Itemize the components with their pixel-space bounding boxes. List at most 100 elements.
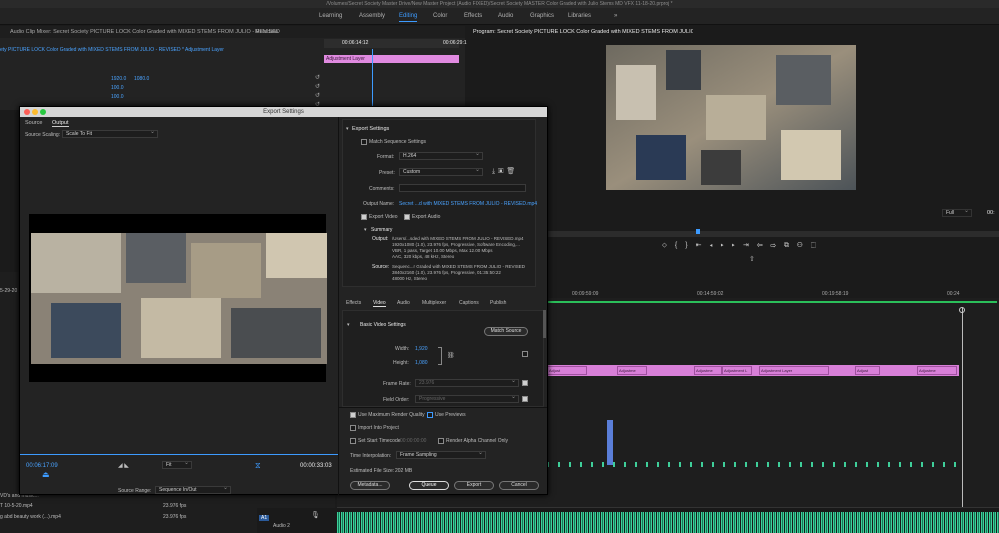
position-x[interactable]: 1920.0 [111,76,126,82]
tab-audio[interactable]: Audio [397,300,410,306]
frame-rate-select[interactable]: 23.976 [415,378,519,387]
export-frame-icon[interactable]: ⇧ [749,255,755,263]
program-video-frame [606,45,856,190]
ruler-label: 00:09:59:09 [572,291,599,297]
workspace-learning[interactable]: Learning [319,12,342,21]
zoom-icon[interactable] [40,109,46,115]
tab-captions[interactable]: Captions [459,300,479,306]
file-size-label: Estimated File Size: [350,468,395,474]
workspace-overflow-icon[interactable]: » [614,12,617,21]
dimension-override-checkbox[interactable] [522,351,528,357]
tab-multiplexer[interactable]: Multiplexer [422,300,446,306]
match-sequence-label: Match Sequence Settings [369,139,426,145]
summary-collapse-icon[interactable]: ▾ [364,227,367,233]
frame-rate-override-checkbox[interactable] [522,380,528,386]
reset-icons[interactable]: ↺ ↺ ↺ ↺ [315,74,320,110]
source-scaling-select[interactable]: Scale To Fit [62,129,158,138]
scale-width-value[interactable]: 100.0 [111,94,124,100]
adjustment-clip[interactable]: Adjustme [694,366,722,375]
microphone-icon[interactable]: 🎙 [311,511,320,519]
adjustment-clip[interactable]: Adjust [855,366,880,375]
height-value[interactable]: 1,080 [415,360,428,366]
adjustment-clip[interactable]: Adjustment L [722,366,752,375]
list-item-fps: 23.976 fps [163,514,187,520]
field-order-override-checkbox[interactable] [522,396,528,402]
tab-metadata[interactable]: Metadata [255,26,278,38]
field-order-select[interactable]: Progressive [415,394,519,403]
summary-header[interactable]: Summary [371,227,392,233]
collapse-icon[interactable]: ▾ [346,126,349,132]
height-label: Height: [393,360,409,366]
workspace-graphics[interactable]: Graphics [530,12,554,21]
track-a1-target[interactable]: A1 [259,515,270,521]
tab-publish[interactable]: Publish [490,300,506,306]
position-y[interactable]: 1080.0 [134,76,149,82]
output-name-link[interactable]: Secret ...d with MIXED STEMS FROM JULIO … [399,201,537,207]
start-timecode-value[interactable]: 00:00:00:00 [400,438,426,444]
cancel-button[interactable]: Cancel [499,481,539,490]
field-order-label: Field Order: [383,397,410,403]
ruler-label: 00:14:59:02 [697,291,724,297]
aspect-toggle-icon[interactable]: ⧖ [255,461,261,471]
import-project-checkbox[interactable] [350,425,356,431]
minimize-icon[interactable] [32,109,38,115]
adjustment-clip[interactable]: Adjust [547,366,587,375]
workspace-editing[interactable]: Editing [399,12,418,22]
basic-video-header[interactable]: Basic Video Settings [360,322,406,328]
project-timecode: 5-29-20 [0,288,18,294]
adjustment-layer-clip[interactable]: Adjustment Layer [324,55,459,63]
queue-button[interactable]: Queue [409,481,449,490]
max-render-quality-checkbox[interactable] [350,412,356,418]
settings-scrollbar[interactable] [543,310,546,338]
mark-in-out-icons[interactable]: ◢ ◣ [118,462,129,469]
adjustment-clip[interactable]: Adjustme [917,366,957,375]
close-icon[interactable] [24,109,30,115]
width-value[interactable]: 1,920 [415,346,428,352]
export-button[interactable]: Export [454,481,494,490]
preset-select[interactable]: Custom [399,167,483,176]
workspace-effects[interactable]: Effects [464,12,482,21]
export-settings-header[interactable]: Export Settings [352,126,389,132]
output-preview-frame [31,233,327,364]
basic-video-collapse-icon[interactable]: ▾ [347,322,350,328]
in-timecode[interactable]: 00:06:17:09 [26,463,58,469]
adjustment-clip[interactable]: Adjustme [617,366,647,375]
program-fit-select[interactable]: Full [942,208,972,217]
transport-controls[interactable]: ⬦{}⇤◂▸▸⇥⇦⇨⧉⚇⬚ [662,241,824,250]
preview-fit-select[interactable]: Fit [162,460,192,469]
tab-audio-clip-mixer[interactable]: Audio Clip Mixer: Secret Society PICTURE… [10,26,280,38]
workspace-assembly[interactable]: Assembly [359,12,385,21]
export-audio-label: Export Audio [412,214,441,220]
playhead-icon[interactable]: ⏏ [42,470,50,479]
tab-effects[interactable]: Effects [346,300,361,306]
link-icon[interactable]: ⛓ [447,352,455,359]
tab-source[interactable]: Source [25,120,42,126]
workspace-audio[interactable]: Audio [498,12,513,21]
workspace-libraries[interactable]: Libraries [568,12,591,21]
match-sequence-checkbox[interactable] [361,139,367,145]
clip-breadcrumb: ety PICTURE LOCK Color Graded with MIXED… [0,47,224,53]
tab-video[interactable]: Video [373,300,386,307]
list-item[interactable]: g abd beauty work (...).mp4 [0,514,61,520]
set-start-timecode-checkbox[interactable] [350,438,356,444]
render-alpha-checkbox[interactable] [438,438,444,444]
source-range-select[interactable]: Sequence In/Out [155,485,231,494]
preset-actions-icons[interactable]: ⤓▣🗑 [492,167,518,176]
list-item[interactable]: T 10-5-20.mp4 [0,503,33,509]
workspace-bar: Learning Assembly Editing Color Effects … [0,8,999,25]
metadata-button[interactable]: Metadata... [350,481,390,490]
match-source-button[interactable]: Match Source [484,327,528,336]
tab-output[interactable]: Output [52,120,69,127]
adjustment-clip[interactable]: Adjustment Layer [759,366,829,375]
export-video-checkbox[interactable] [361,214,367,220]
comments-input[interactable] [399,184,526,192]
scale-value[interactable]: 100.0 [111,85,124,91]
format-select[interactable]: H.264 [399,151,483,160]
export-audio-checkbox[interactable] [404,214,410,220]
program-title: Program: Secret Society PICTURE LOCK Col… [473,29,693,35]
workspace-color[interactable]: Color [433,12,447,21]
time-interpolation-select[interactable]: Frame Sampling [396,450,486,459]
use-previews-checkbox[interactable] [427,412,433,418]
ruler-label: 00:19:58:19 [822,291,849,297]
file-size-value: 202 MB [395,468,413,474]
